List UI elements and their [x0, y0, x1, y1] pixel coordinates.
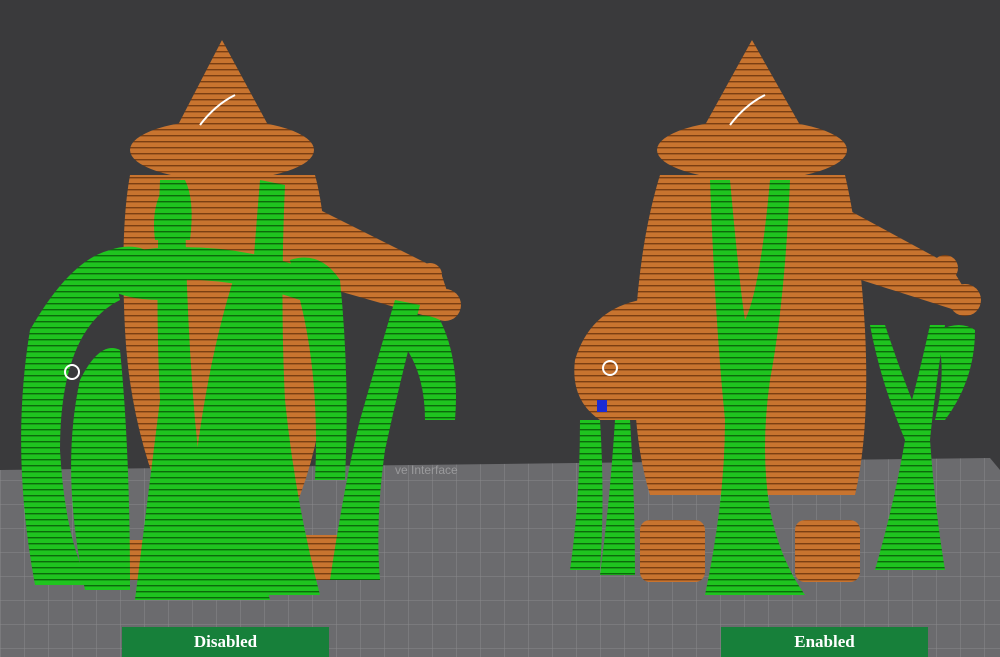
right-foot [640, 520, 705, 582]
3d-viewport[interactable]: ve Interface [0, 0, 1000, 657]
label-disabled: Disabled [122, 627, 329, 657]
left-hat-tip [178, 40, 268, 125]
left-hat-brim [130, 120, 314, 180]
right-hat-tip [705, 40, 800, 125]
label-enabled: Enabled [721, 627, 928, 657]
bed-label: ve Interface [395, 463, 458, 477]
right-hat-brim [657, 120, 847, 180]
